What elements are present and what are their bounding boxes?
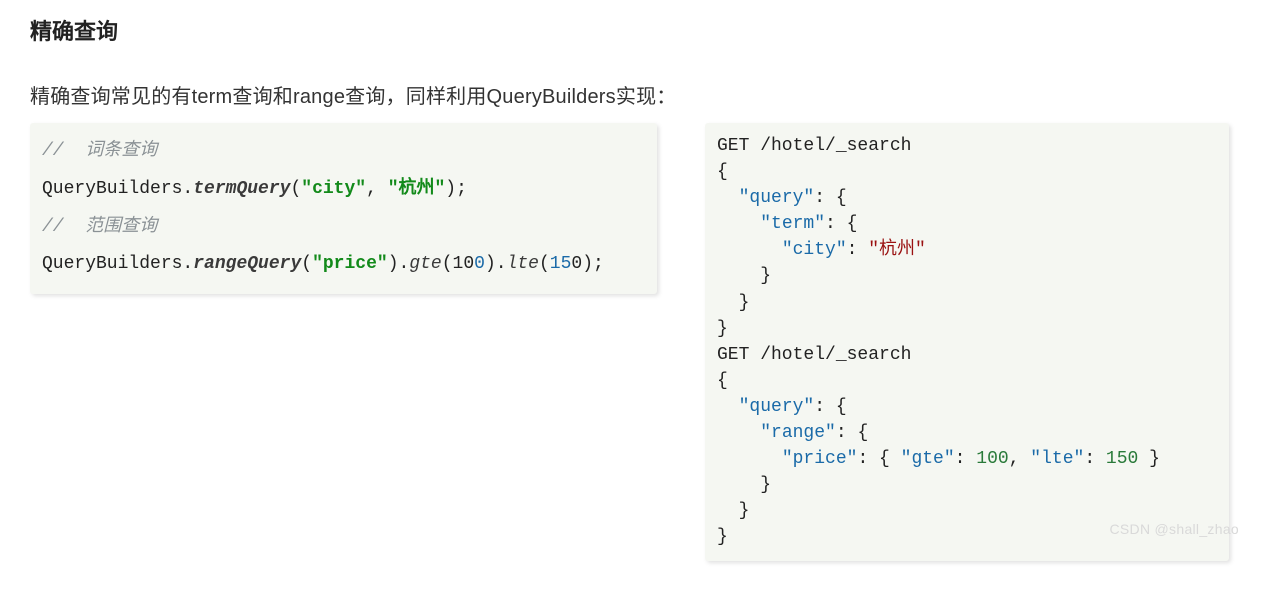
key-city: "city" — [782, 240, 847, 260]
lte-val-a: 15 — [550, 254, 572, 274]
key-price: "price" — [782, 449, 858, 469]
term-method: termQuery — [193, 179, 290, 199]
brace-close-a: } — [760, 266, 771, 286]
lte-val-b: 0 — [571, 254, 582, 274]
val-city: "杭州" — [868, 240, 926, 260]
paren-close-3: ). — [485, 254, 507, 274]
range-arg-price: "price" — [312, 254, 388, 274]
colon-brace-4: : { — [836, 423, 868, 443]
colon-brace-1: : { — [814, 188, 846, 208]
comma-2: , — [1009, 449, 1031, 469]
intro-paragraph: 精确查询常见的有term查询和range查询，同样利用QueryBuilders… — [30, 80, 1231, 109]
paren-open-2: ( — [301, 254, 312, 274]
colon-4: : — [1084, 449, 1106, 469]
builder-text: QueryBuilders. — [42, 179, 193, 199]
paren-close-2: ). — [388, 254, 410, 274]
val-gte: 100 — [976, 449, 1008, 469]
brace-close-c: } — [717, 319, 728, 339]
key-gte: "gte" — [901, 449, 955, 469]
gte-method: gte — [409, 254, 441, 274]
gte-val-a: 10 — [453, 254, 475, 274]
brace-open-1: { — [717, 162, 728, 182]
get-line-1: GET /hotel/_search — [717, 136, 911, 156]
brace-close-d: } — [760, 475, 771, 495]
key-query-1: "query" — [739, 188, 815, 208]
paren-close-4: ); — [582, 254, 604, 274]
brace-close-b: } — [739, 293, 750, 313]
colon-2: : { — [857, 449, 900, 469]
colon-1: : — [847, 240, 869, 260]
dsl-code-block: GET /hotel/_search { "query": { "term": … — [705, 123, 1229, 561]
key-query-2: "query" — [739, 397, 815, 417]
paren-close-1: ); — [445, 179, 467, 199]
brace-open-2: { — [717, 371, 728, 391]
comma-1: , — [366, 179, 388, 199]
lte-method: lte — [507, 254, 539, 274]
term-arg-hangzhou: "杭州" — [388, 179, 446, 199]
paren-open-1: ( — [290, 179, 301, 199]
key-range: "range" — [760, 423, 836, 443]
section-heading: 精确查询 — [30, 14, 1231, 46]
key-lte: "lte" — [1030, 449, 1084, 469]
comment-range: // 范围查询 — [42, 217, 157, 237]
java-code-block: // 词条查询 QueryBuilders.termQuery("city", … — [30, 123, 657, 294]
brace-close-f: } — [717, 527, 728, 547]
get-line-2: GET /hotel/_search — [717, 345, 911, 365]
val-lte: 150 — [1106, 449, 1138, 469]
comment-term: // 词条查询 — [42, 141, 157, 161]
paren-open-3: ( — [442, 254, 453, 274]
term-arg-city: "city" — [301, 179, 366, 199]
colon-3: : — [955, 449, 977, 469]
code-columns: // 词条查询 QueryBuilders.termQuery("city", … — [30, 123, 1231, 561]
inline-close: } — [1138, 449, 1160, 469]
builder-text-2: QueryBuilders. — [42, 254, 193, 274]
key-term: "term" — [760, 214, 825, 234]
colon-brace-2: : { — [825, 214, 857, 234]
colon-brace-3: : { — [814, 397, 846, 417]
paren-open-4: ( — [539, 254, 550, 274]
range-method: rangeQuery — [193, 254, 301, 274]
gte-val-b: 0 — [474, 254, 485, 274]
brace-close-e: } — [739, 501, 750, 521]
